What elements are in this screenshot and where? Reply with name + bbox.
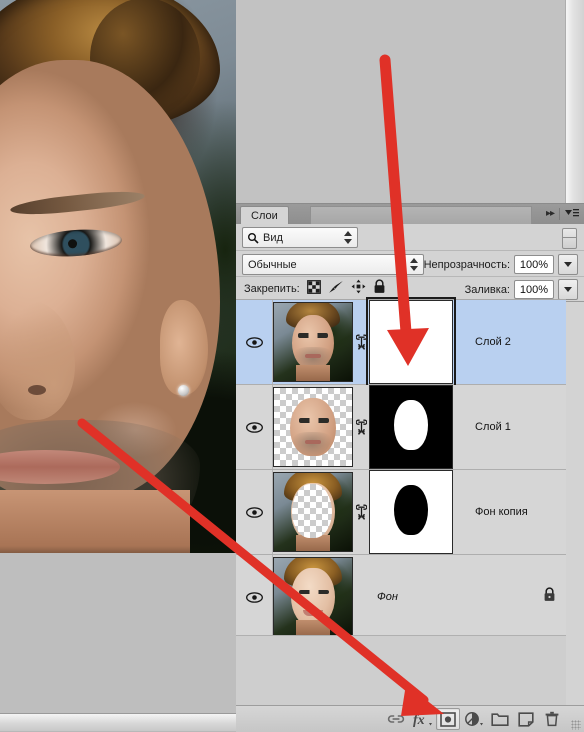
layers-panel-tabbar: Слои ▸▸ xyxy=(236,204,584,225)
photo-ear xyxy=(160,300,208,395)
blend-mode-value: Обычные xyxy=(248,258,297,271)
delete-layer-icon[interactable] xyxy=(540,708,564,730)
photo-earring xyxy=(178,385,189,396)
layer-row-fon-kopiya[interactable]: Фон копия xyxy=(236,470,566,555)
layer-effects-fx-icon[interactable]: fx xyxy=(410,708,434,730)
layer-row-fon[interactable]: Фон xyxy=(236,555,566,640)
filter-kind-select[interactable]: Вид xyxy=(242,227,358,248)
panel-menu-icon[interactable] xyxy=(565,207,579,223)
layer-visibility-toggle[interactable] xyxy=(236,555,273,639)
opacity-dropdown-chevron-down-icon[interactable] xyxy=(558,254,578,275)
layer-visibility-toggle[interactable] xyxy=(236,300,273,384)
document-horizontal-scrollbar[interactable] xyxy=(0,713,236,731)
blend-mode-select[interactable]: Обычные xyxy=(242,254,424,275)
eye-icon xyxy=(245,591,263,603)
layer-mask-thumbnail-white-black-oval[interactable] xyxy=(369,470,453,554)
opacity-label: Непрозрачность: xyxy=(423,258,510,271)
photo-nostril xyxy=(28,385,46,395)
layer-list-empty-space xyxy=(236,635,566,707)
layer-name[interactable]: Фон xyxy=(377,591,398,603)
lock-all-icon[interactable] xyxy=(373,279,386,299)
layer-list[interactable]: Слой 2 Слой 1 Фон копия Фон xyxy=(236,297,566,640)
opacity-control-group: Непрозрачность: 100% xyxy=(424,254,578,275)
layer-name[interactable]: Слой 2 xyxy=(475,336,511,348)
search-icon xyxy=(248,232,259,244)
layer-mask-thumbnail-black-white-oval[interactable] xyxy=(369,385,453,469)
tabbar-empty-strip xyxy=(310,206,532,225)
add-layer-mask-icon[interactable] xyxy=(436,708,460,730)
tab-layers[interactable]: Слои xyxy=(240,206,289,225)
layers-panel: Слои ▸▸ Вид T xyxy=(236,203,584,732)
layers-panel-bottom-toolbar: fx xyxy=(236,705,584,732)
fill-control-group: Заливка: 100% xyxy=(465,279,578,300)
svg-text:fx: fx xyxy=(413,713,425,727)
layer-thumbnail-man-face-cutout[interactable] xyxy=(273,387,353,467)
stepper-updown-icon[interactable] xyxy=(410,258,419,271)
eye-icon xyxy=(245,506,263,518)
layer-row-sloy-1[interactable]: Слой 1 xyxy=(236,385,566,470)
layer-name[interactable]: Слой 1 xyxy=(475,421,511,433)
lock-position-icon[interactable] xyxy=(351,279,366,299)
photo-neck xyxy=(0,490,190,553)
lock-controls-group: Закрепить: xyxy=(244,277,386,301)
layer-thumbnail-woman-face-erased[interactable] xyxy=(273,472,353,552)
double-chevron-right-icon[interactable]: ▸▸ xyxy=(546,208,555,219)
layer-visibility-toggle[interactable] xyxy=(236,385,273,469)
layer-row-sloy-2[interactable]: Слой 2 xyxy=(236,297,566,387)
document-window[interactable] xyxy=(0,0,236,731)
layer-thumbnail-man-face[interactable] xyxy=(273,302,353,382)
new-adjustment-layer-icon[interactable] xyxy=(462,708,486,730)
eye-icon xyxy=(245,336,263,348)
filter-toggle-switch-icon[interactable] xyxy=(562,228,577,249)
lock-image-pixels-icon[interactable] xyxy=(328,280,344,299)
opacity-input[interactable]: 100% xyxy=(514,255,554,274)
layer-thumbnail-woman-face[interactable] xyxy=(273,557,353,637)
layer-filter-row: Вид T xyxy=(236,224,584,251)
layer-locked-icon xyxy=(543,587,556,607)
layer-mask-link-icon[interactable] xyxy=(353,504,369,520)
panel-menu-glyph xyxy=(565,209,579,217)
layer-mask-thumbnail-white[interactable] xyxy=(366,297,456,387)
new-layer-icon[interactable] xyxy=(514,708,538,730)
link-layers-icon[interactable] xyxy=(384,708,408,730)
tab-layers-label: Слои xyxy=(251,210,278,222)
lock-label: Закрепить: xyxy=(244,283,300,295)
fill-dropdown-chevron-down-icon[interactable] xyxy=(558,279,578,300)
tabbar-divider xyxy=(559,208,560,220)
layer-mask-link-icon[interactable] xyxy=(353,334,369,350)
layer-mask-link-icon[interactable] xyxy=(353,419,369,435)
resize-grip-icon[interactable] xyxy=(571,720,581,730)
fill-label: Заливка: xyxy=(464,283,510,296)
filter-kind-value: Вид xyxy=(263,231,283,244)
lock-transparent-pixels-icon[interactable] xyxy=(306,279,321,299)
document-window-empty-area xyxy=(0,553,236,713)
eye-icon xyxy=(245,421,263,433)
new-group-icon[interactable] xyxy=(488,708,512,730)
document-image-man-face[interactable] xyxy=(0,0,236,553)
fill-input[interactable]: 100% xyxy=(514,280,554,299)
layer-visibility-toggle[interactable] xyxy=(236,470,273,554)
blend-mode-row: Обычные Непрозрачность: 100% xyxy=(236,251,584,277)
stepper-updown-icon[interactable] xyxy=(344,231,353,244)
layer-name[interactable]: Фон копия xyxy=(475,506,528,518)
